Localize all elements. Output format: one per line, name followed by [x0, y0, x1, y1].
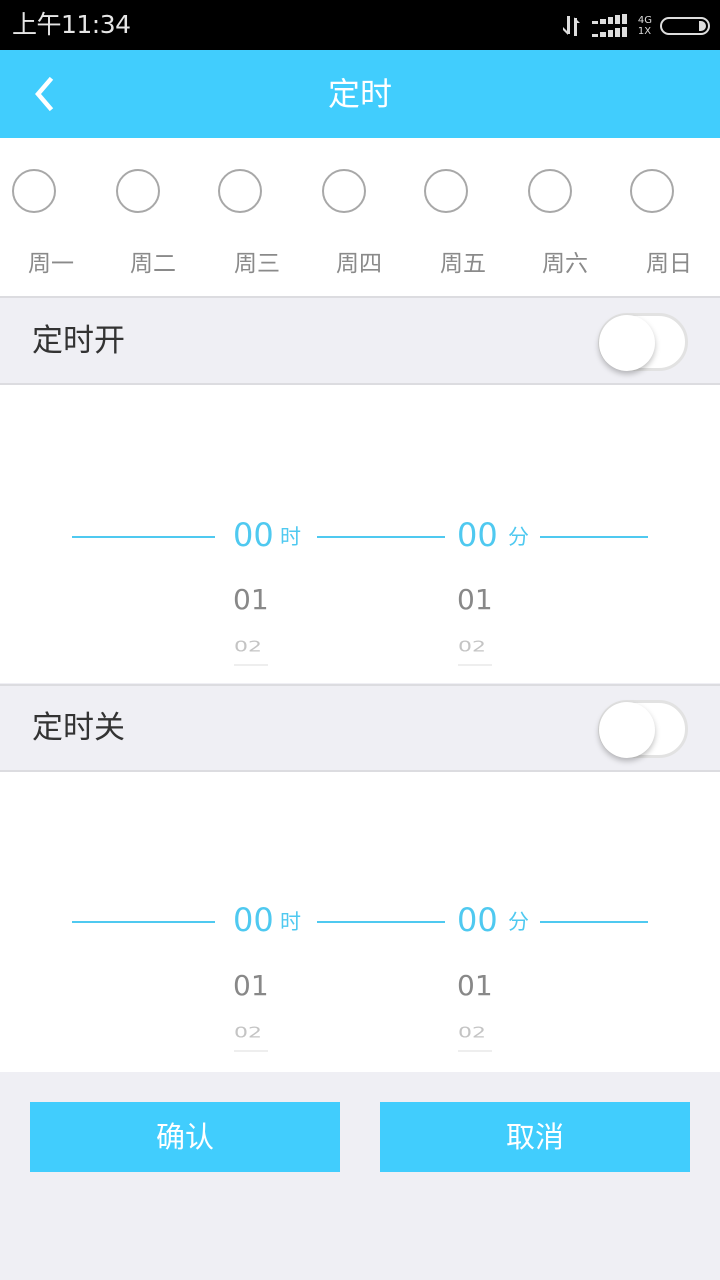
weekday-checkbox[interactable]: [322, 169, 366, 213]
weekday-tue[interactable]: 周二: [89, 138, 189, 298]
back-button[interactable]: [24, 66, 80, 122]
minute-option-faded: [458, 664, 492, 666]
weekday-label: 周三: [234, 251, 280, 277]
weekday-thu[interactable]: 周四: [295, 138, 395, 298]
hour-unit: 时: [280, 525, 301, 549]
minute-option: 02: [458, 638, 486, 656]
hour-unit: 时: [280, 910, 301, 934]
minute-option: 02: [458, 1024, 486, 1042]
weekday-label: 周日: [646, 251, 692, 277]
minute-unit: 分: [508, 525, 529, 549]
weekday-label: 周五: [440, 251, 486, 277]
hour-option: 02: [234, 1024, 262, 1042]
network-type: 4G 1X: [637, 15, 652, 37]
picker-line: [540, 536, 648, 538]
data-transfer-icon: [562, 16, 580, 36]
toggle-knob[interactable]: [599, 702, 655, 758]
status-bar: 上午11:34 4G 1X: [0, 0, 720, 50]
minute-wheel[interactable]: 00 分 01 02: [454, 772, 534, 1072]
minute-selected: 00: [457, 516, 498, 554]
hour-option-faded: [234, 1050, 268, 1052]
hour-wheel[interactable]: 00 时 01 02: [230, 772, 310, 1072]
weekday-label: 周四: [336, 251, 382, 277]
minute-option: 01: [457, 969, 493, 1002]
hour-wheel[interactable]: 00 时 01 02: [230, 385, 310, 683]
confirm-button[interactable]: 确认: [30, 1102, 340, 1172]
hour-selected: 00: [233, 516, 274, 554]
chevron-left-icon: [35, 76, 54, 112]
weekday-label: 周六: [542, 251, 588, 277]
picker-line: [317, 921, 445, 923]
timer-off-section: 定时关: [0, 684, 720, 772]
picker-line: [72, 921, 215, 923]
weekday-mon[interactable]: 周一: [0, 138, 85, 298]
weekday-fri[interactable]: 周五: [397, 138, 497, 298]
app-header: 定时: [0, 50, 720, 138]
status-icons: 4G 1X: [560, 12, 710, 40]
hour-option: 01: [233, 583, 269, 616]
weekday-selector: 周一 周二 周三 周四 周五 周六 周日: [0, 138, 720, 298]
weekday-label: 周二: [130, 251, 176, 277]
picker-line: [72, 536, 215, 538]
page-title: 定时: [327, 75, 392, 113]
timer-off-toggle[interactable]: [598, 700, 688, 758]
minute-selected: 00: [457, 901, 498, 939]
hour-option: 01: [233, 969, 269, 1002]
battery-icon: [660, 17, 710, 35]
weekday-sun[interactable]: 周日: [603, 138, 703, 298]
minute-option-faded: [458, 1050, 492, 1052]
weekday-checkbox[interactable]: [630, 169, 674, 213]
status-time: 上午11:34: [12, 10, 131, 39]
minute-unit: 分: [508, 910, 529, 934]
weekday-checkbox[interactable]: [528, 169, 572, 213]
minute-option: 01: [457, 583, 493, 616]
toggle-knob[interactable]: [599, 315, 655, 371]
signal-icon: [591, 14, 627, 37]
picker-line: [317, 536, 445, 538]
hour-selected: 00: [233, 901, 274, 939]
weekday-checkbox[interactable]: [218, 169, 262, 213]
timer-on-toggle[interactable]: [598, 313, 688, 371]
picker-line: [540, 921, 648, 923]
weekday-wed[interactable]: 周三: [191, 138, 291, 298]
weekday-sat[interactable]: 周六: [501, 138, 601, 298]
timer-on-label: 定时开: [32, 323, 125, 359]
weekday-checkbox[interactable]: [116, 169, 160, 213]
timer-off-label: 定时关: [32, 710, 125, 746]
weekday-checkbox[interactable]: [12, 169, 56, 213]
minute-wheel[interactable]: 00 分 01 02: [454, 385, 534, 683]
cancel-button[interactable]: 取消: [380, 1102, 690, 1172]
timer-off-picker: 00 时 01 02 00 分 01 02: [0, 772, 720, 1072]
hour-option: 02: [234, 638, 262, 656]
hour-option-faded: [234, 664, 268, 666]
weekday-label: 周一: [28, 251, 74, 277]
weekday-checkbox[interactable]: [424, 169, 468, 213]
timer-on-section: 定时开: [0, 299, 720, 385]
timer-on-picker: 00 时 01 02 00 分 01 02: [0, 385, 720, 683]
